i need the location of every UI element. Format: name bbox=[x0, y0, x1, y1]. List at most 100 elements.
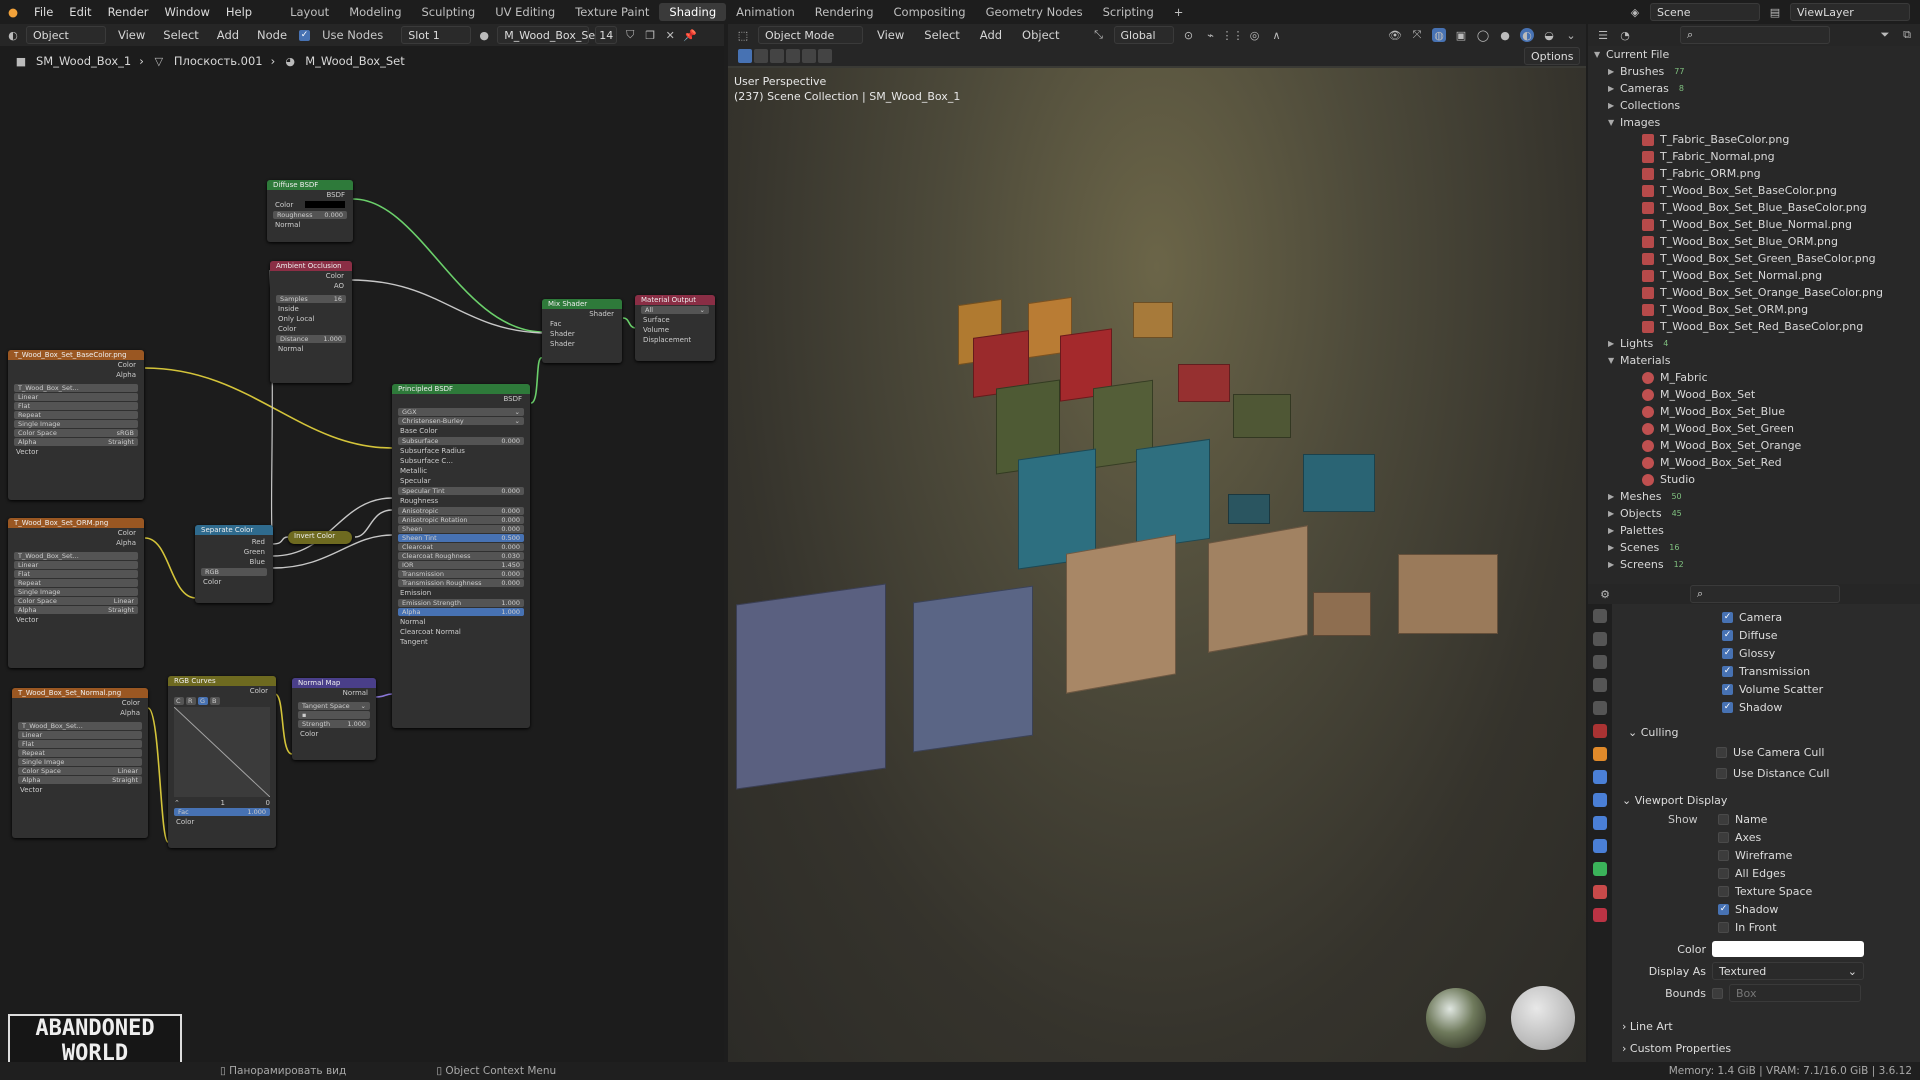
extension-dropdown[interactable]: Repeat bbox=[14, 411, 138, 419]
projection-dropdown[interactable]: Flat bbox=[14, 402, 138, 410]
node-image-normal[interactable]: T_Wood_Box_Set_Normal.png Color Alpha T_… bbox=[12, 688, 148, 838]
color-space-dropdown[interactable]: Color Space Linear bbox=[14, 597, 138, 605]
principled-input-field[interactable]: Anisotropic 0.000 bbox=[398, 507, 524, 515]
tool-tab-icon[interactable] bbox=[1593, 609, 1607, 623]
alpha-mode-dropdown[interactable]: Alpha Straight bbox=[18, 776, 142, 784]
display-mode-icon[interactable]: ◔ bbox=[1618, 28, 1632, 42]
node-normal-map[interactable]: Normal Map Normal Tangent Space ⌄ ▪ Stren… bbox=[292, 678, 376, 760]
chevron-right-icon[interactable]: ▶ bbox=[1608, 492, 1620, 501]
uv-map-field[interactable]: ▪ bbox=[298, 711, 370, 719]
channel-r[interactable]: R bbox=[186, 697, 196, 705]
chevron-right-icon[interactable]: ▶ bbox=[1608, 509, 1620, 518]
menu-edit[interactable]: Edit bbox=[61, 5, 99, 19]
outliner-child-item[interactable]: T_Wood_Box_Set_Blue_Normal.png bbox=[1588, 216, 1920, 233]
principled-input-socket[interactable]: Tangent bbox=[392, 637, 530, 647]
outliner-child-item[interactable]: T_Wood_Box_Set_Normal.png bbox=[1588, 267, 1920, 284]
custom-properties-panel-header[interactable]: › Custom Properties bbox=[1622, 1038, 1912, 1058]
chevron-right-icon[interactable]: ▶ bbox=[1608, 543, 1620, 552]
proportional-edit-icon[interactable]: ◎ bbox=[1248, 28, 1262, 42]
alpha-mode-dropdown[interactable]: Alpha Straight bbox=[14, 438, 138, 446]
chevron-down-icon[interactable]: ▼ bbox=[1594, 50, 1606, 59]
outliner-child-item[interactable]: T_Wood_Box_Set_Blue_BaseColor.png bbox=[1588, 199, 1920, 216]
outliner-child-item[interactable]: M_Wood_Box_Set_Red bbox=[1588, 454, 1920, 471]
visibility-row[interactable]: ✓ Glossy bbox=[1722, 644, 1912, 662]
checkbox[interactable] bbox=[1718, 885, 1729, 897]
principled-input-socket[interactable]: Normal bbox=[392, 617, 530, 627]
outliner-item[interactable]: ▶ Screens 12 bbox=[1588, 556, 1920, 573]
outliner[interactable]: ☰ ◔ ⌕ ⏷ ⧉ ▼ Current File ▶ Brushes 77 ▶ Camer… bbox=[1588, 24, 1920, 584]
node-header[interactable]: T_Wood_Box_Set_ORM.png bbox=[8, 518, 144, 528]
curve-value[interactable]: 0 bbox=[266, 799, 270, 807]
tab-geometry-nodes[interactable]: Geometry Nodes bbox=[976, 3, 1093, 21]
channel-b[interactable]: B bbox=[210, 697, 220, 705]
show-option-row[interactable]: ✓ Shadow bbox=[1718, 900, 1912, 918]
outliner-child-item[interactable]: M_Wood_Box_Set bbox=[1588, 386, 1920, 403]
principled-input-field[interactable]: Clearcoat 0.000 bbox=[398, 543, 524, 551]
menu-render[interactable]: Render bbox=[100, 5, 157, 19]
viewport-display-panel-header[interactable]: ⌄ Viewport Display bbox=[1622, 790, 1912, 810]
checkbox[interactable] bbox=[1718, 849, 1729, 861]
color-space-dropdown[interactable]: Color Space sRGB bbox=[14, 429, 138, 437]
interpolation-dropdown[interactable]: Linear bbox=[14, 393, 138, 401]
outliner-child-item[interactable]: M_Wood_Box_Set_Green bbox=[1588, 420, 1920, 437]
chevron-right-icon[interactable]: ▶ bbox=[1608, 67, 1620, 76]
menu-add[interactable]: Add bbox=[974, 28, 1008, 42]
outliner-child-item[interactable]: T_Wood_Box_Set_Red_BaseColor.png bbox=[1588, 318, 1920, 335]
principled-input-field[interactable]: IOR 1.450 bbox=[398, 561, 524, 569]
data-tab-icon[interactable] bbox=[1593, 862, 1607, 876]
wireframe-shading-icon[interactable]: ◯ bbox=[1476, 28, 1490, 42]
checkbox[interactable] bbox=[1716, 747, 1727, 758]
node-principled-bsdf[interactable]: Principled BSDF BSDF GGX ⌄ Christensen-Bu… bbox=[392, 384, 530, 728]
node-header[interactable]: Principled BSDF bbox=[392, 384, 530, 394]
chevron-right-icon[interactable]: ▶ bbox=[1608, 339, 1620, 348]
checkbox[interactable] bbox=[1716, 768, 1727, 779]
material-name-field[interactable]: M_Wood_Box_Set bbox=[497, 26, 599, 44]
node-header[interactable]: T_Wood_Box_Set_Normal.png bbox=[12, 688, 148, 698]
use-distance-cull-row[interactable]: Use Distance Cull bbox=[1716, 763, 1912, 784]
chevron-right-icon[interactable]: ▶ bbox=[1608, 101, 1620, 110]
blender-logo-icon[interactable]: ● bbox=[0, 5, 26, 19]
node-header[interactable]: Diffuse BSDF bbox=[267, 180, 353, 190]
material-tab-icon[interactable] bbox=[1593, 885, 1607, 899]
node-header[interactable]: RGB Curves bbox=[168, 676, 276, 686]
overlays-icon[interactable]: ◍ bbox=[1432, 28, 1446, 42]
falloff-icon[interactable]: ∧ bbox=[1270, 28, 1284, 42]
outliner-item[interactable]: ▶ Brushes 77 bbox=[1588, 63, 1920, 80]
chevron-right-icon[interactable]: ▶ bbox=[1608, 84, 1620, 93]
source-dropdown[interactable]: Single Image bbox=[18, 758, 142, 766]
tab-texture-paint[interactable]: Texture Paint bbox=[565, 3, 659, 21]
duplicate-icon[interactable]: ❐ bbox=[643, 28, 657, 42]
space-dropdown[interactable]: Tangent Space ⌄ bbox=[298, 702, 370, 710]
outliner-editor-icon[interactable]: ☰ bbox=[1596, 28, 1610, 42]
tab-shading[interactable]: Shading bbox=[659, 3, 727, 21]
color-space-dropdown[interactable]: Color Space Linear bbox=[18, 767, 142, 775]
principled-input-socket[interactable]: Emission bbox=[392, 588, 530, 598]
checkbox[interactable]: ✓ bbox=[1722, 611, 1733, 623]
node-header[interactable]: Ambient Occlusion bbox=[270, 261, 352, 271]
outliner-search-input[interactable]: ⌕ bbox=[1680, 26, 1830, 44]
visibility-row[interactable]: ✓ Volume Scatter bbox=[1722, 680, 1912, 698]
new-collection-icon[interactable]: ⧉ bbox=[1900, 28, 1914, 42]
samples-field[interactable]: Samples 16 bbox=[276, 295, 346, 303]
show-option-row[interactable]: Axes bbox=[1718, 828, 1912, 846]
output-target-dropdown[interactable]: All ⌄ bbox=[641, 306, 709, 314]
channel-g[interactable]: G bbox=[198, 697, 208, 705]
alpha-mode-dropdown[interactable]: Alpha Straight bbox=[14, 606, 138, 614]
node-header[interactable]: Normal Map bbox=[292, 678, 376, 688]
visibility-icon[interactable]: 👁 bbox=[1388, 28, 1402, 42]
node-image-basecolor[interactable]: T_Wood_Box_Set_BaseColor.png Color Alpha… bbox=[8, 350, 144, 500]
curve-value[interactable]: 1 bbox=[220, 799, 224, 807]
visibility-row[interactable]: ✓ Shadow bbox=[1722, 698, 1912, 716]
color-swatch[interactable] bbox=[305, 201, 345, 208]
principled-input-field[interactable]: Emission Strength 1.000 bbox=[398, 599, 524, 607]
curve-graph[interactable] bbox=[174, 707, 270, 797]
breadcrumb-material[interactable]: M_Wood_Box_Set bbox=[305, 54, 405, 68]
outliner-child-item[interactable]: M_Fabric bbox=[1588, 369, 1920, 386]
editor-type-icon[interactable]: ⬚ bbox=[736, 28, 750, 42]
rendered-shading-icon[interactable]: ◒ bbox=[1542, 28, 1556, 42]
tab-modeling[interactable]: Modeling bbox=[339, 3, 411, 21]
outliner-child-item[interactable]: T_Fabric_BaseColor.png bbox=[1588, 131, 1920, 148]
menu-help[interactable]: Help bbox=[218, 5, 260, 19]
image-selector[interactable]: T_Wood_Box_Set... bbox=[14, 384, 138, 392]
shading-options-icon[interactable]: ⌄ bbox=[1564, 28, 1578, 42]
